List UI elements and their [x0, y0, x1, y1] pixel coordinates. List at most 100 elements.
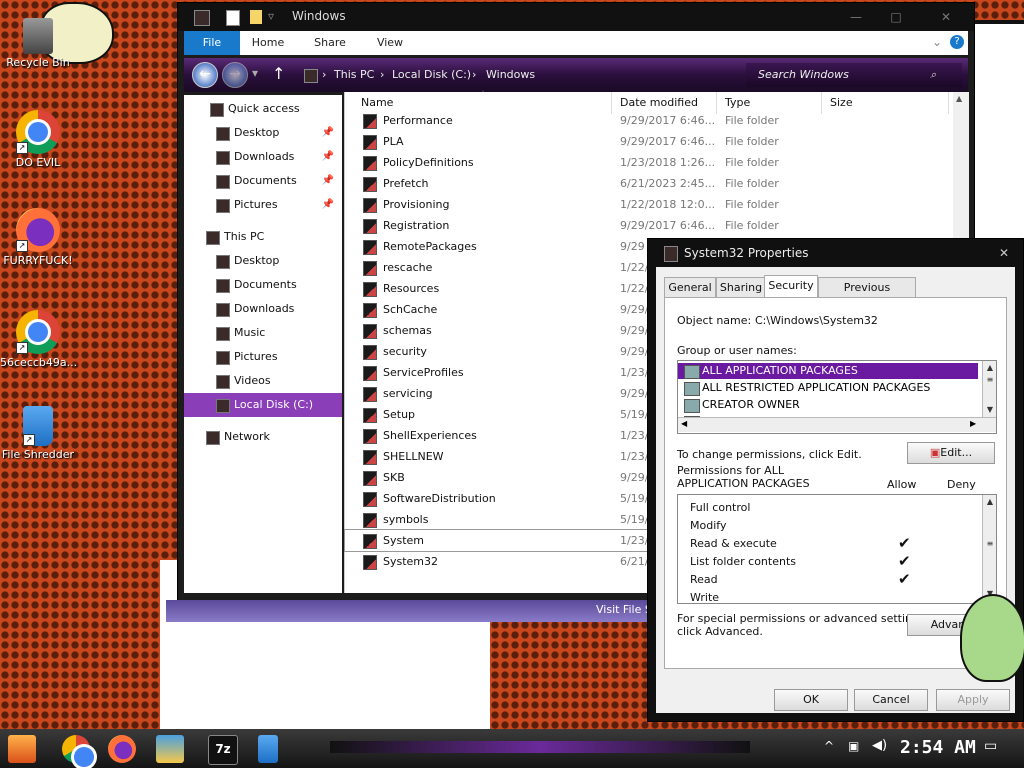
close-button[interactable]: ✕ — [928, 7, 964, 27]
tab-security[interactable]: Security — [764, 275, 818, 299]
search-icon[interactable]: ⌕ — [930, 63, 936, 87]
nav-item[interactable]: This PC — [184, 225, 342, 249]
nav-item[interactable]: Pictures — [184, 345, 342, 369]
chevron-down-icon[interactable]: ⌄ — [932, 35, 942, 49]
nav-item[interactable]: Downloads — [184, 297, 342, 321]
desktop-icon-recycle-bin[interactable]: Recycle Bin — [0, 14, 76, 69]
tab-general[interactable]: General — [664, 277, 716, 299]
properties-icon[interactable] — [226, 10, 240, 26]
table-row[interactable]: Provisioning 1/22/2018 12:0... File folder — [345, 194, 949, 215]
nav-item[interactable]: Pictures 📌 — [184, 193, 342, 217]
group-list[interactable]: ALL APPLICATION PACKAGES ALL RESTRICTED A… — [677, 360, 997, 434]
cell-date: 9/29/2017 6:46... — [620, 114, 716, 127]
breadcrumb-this-pc[interactable]: This PC — [334, 63, 374, 87]
allow-check-icon: ✔ — [898, 552, 911, 570]
table-row[interactable]: PLA 9/29/2017 6:46... File folder — [345, 131, 949, 152]
deny-column-label: Deny — [947, 478, 976, 491]
chevron-up-icon[interactable]: ^ — [824, 739, 834, 753]
user-group-icon — [684, 365, 700, 379]
scroll-right-icon[interactable]: ▶ — [970, 419, 976, 428]
edit-shield-icon: ▣ — [929, 446, 941, 459]
new-folder-icon[interactable] — [250, 10, 262, 24]
cancel-button[interactable]: Cancel — [854, 689, 928, 711]
permissions-for-label: Permissions for ALL APPLICATION PACKAGES — [677, 464, 810, 490]
address-path[interactable]: › This PC › Local Disk (C:) › Windows — [304, 63, 724, 87]
file-explorer-icon[interactable] — [156, 735, 184, 763]
nav-item[interactable]: Videos — [184, 369, 342, 393]
firefox-icon[interactable] — [108, 735, 136, 763]
nav-item[interactable]: Music — [184, 321, 342, 345]
chevron-down-icon[interactable]: ▿ — [268, 9, 274, 23]
permissions-scrollbar[interactable]: ▲≡▼ — [982, 495, 996, 603]
scroll-down-icon[interactable]: ▼ — [983, 405, 996, 414]
back-button[interactable]: ← — [192, 62, 218, 88]
breadcrumb-local-disk[interactable]: Local Disk (C:) — [392, 63, 471, 87]
table-row[interactable]: Performance 9/29/2017 6:46... File folder — [345, 110, 949, 131]
tab-view[interactable]: View — [368, 31, 412, 55]
notification-icon[interactable]: ▭ — [984, 738, 997, 754]
nav-item[interactable]: Network — [184, 425, 342, 449]
help-icon[interactable]: ? — [950, 35, 964, 49]
apply-button[interactable]: Apply — [936, 689, 1010, 711]
desktop-icon-file-shredder[interactable]: ↗ File Shredder — [0, 406, 76, 461]
scroll-thumb[interactable]: ≡ — [983, 539, 996, 548]
nav-item[interactable]: Desktop 📌 — [184, 121, 342, 145]
maximize-button[interactable]: □ — [878, 7, 914, 27]
cell-type: File folder — [725, 135, 779, 148]
scroll-up-icon[interactable]: ▲ — [956, 94, 962, 103]
scroll-up-icon[interactable]: ▲ — [983, 363, 996, 372]
nav-item[interactable]: Documents 📌 — [184, 169, 342, 193]
tab-file[interactable]: File — [184, 31, 240, 55]
horizontal-scrollbar[interactable]: ◀ ▶ — [678, 417, 996, 432]
edit-button[interactable]: ▣Edit... — [907, 442, 995, 464]
scroll-up-icon[interactable]: ▲ — [983, 497, 996, 506]
group-item[interactable]: CREATOR OWNER — [678, 397, 978, 413]
nav-item[interactable]: Local Disk (C:) — [184, 393, 342, 417]
scroll-thumb[interactable]: ≡ — [983, 375, 996, 384]
group-item[interactable]: ALL APPLICATION PACKAGES — [678, 363, 978, 379]
explorer-titlebar[interactable]: ▿ Windows — □ ✕ — [178, 3, 974, 31]
nav-item[interactable]: Quick access — [184, 97, 342, 121]
desktop-icon-56ceccb49a[interactable]: ↗ 56ceccb49a... — [0, 310, 77, 369]
desktop-icon-furryfuck[interactable]: ↗ FURRYFUCK! — [0, 208, 76, 267]
cell-date: 6/21/ — [620, 555, 649, 568]
shredder-icon[interactable] — [258, 735, 278, 763]
permission-name: List folder contents — [690, 555, 796, 568]
nav-item[interactable]: Documents — [184, 273, 342, 297]
clock[interactable]: 2:54 AM — [900, 737, 976, 758]
ok-button[interactable]: OK — [774, 689, 848, 711]
breadcrumb-windows[interactable]: Windows — [486, 63, 535, 87]
minimize-button[interactable]: — — [838, 7, 874, 27]
7zip-icon[interactable]: 7z — [208, 735, 238, 765]
group-list-scrollbar[interactable]: ▲ ≡ ▼ — [982, 361, 996, 417]
desktop-icon-do-evil[interactable]: ↗ DO EVIL — [0, 110, 76, 169]
permission-name: Modify — [690, 519, 727, 532]
nav-item[interactable]: Desktop — [184, 249, 342, 273]
start-icon[interactable] — [8, 735, 36, 763]
group-item[interactable]: ALL RESTRICTED APPLICATION PACKAGES — [678, 380, 978, 396]
chrome-icon[interactable] — [62, 735, 94, 767]
recent-locations-icon[interactable]: ▾ — [252, 66, 258, 80]
cell-name: rescache — [383, 261, 433, 274]
up-arrow-icon[interactable]: ↑ — [272, 64, 285, 83]
tab-previous-versions[interactable]: Previous Versions — [818, 277, 916, 314]
table-row[interactable]: Prefetch 6/21/2023 2:45... File folder — [345, 173, 949, 194]
tab-share[interactable]: Share — [308, 31, 352, 55]
search-input[interactable]: Search Windows ⌕ — [746, 63, 962, 87]
volume-icon[interactable]: ◀) — [872, 738, 887, 753]
object-name-value: C:\Windows\System32 — [755, 314, 878, 327]
table-row[interactable]: Registration 9/29/2017 6:46... File folder — [345, 215, 949, 236]
tab-sharing[interactable]: Sharing — [716, 277, 766, 299]
folder-icon — [216, 303, 230, 317]
forward-button[interactable]: → — [222, 62, 248, 88]
nav-item[interactable]: Downloads 📌 — [184, 145, 342, 169]
scroll-left-icon[interactable]: ◀ — [681, 419, 687, 428]
folder-icon — [363, 303, 377, 318]
dialog-titlebar[interactable]: System32 Properties ✕ — [648, 239, 1023, 267]
network-icon[interactable]: ▣ — [848, 739, 859, 753]
close-button[interactable]: ✕ — [993, 243, 1015, 263]
cell-name: SchCache — [383, 303, 438, 316]
tab-home[interactable]: Home — [246, 31, 290, 55]
table-row[interactable]: PolicyDefinitions 1/23/2018 1:26... File f… — [345, 152, 949, 173]
permission-row: Read ✔ — [690, 570, 990, 589]
